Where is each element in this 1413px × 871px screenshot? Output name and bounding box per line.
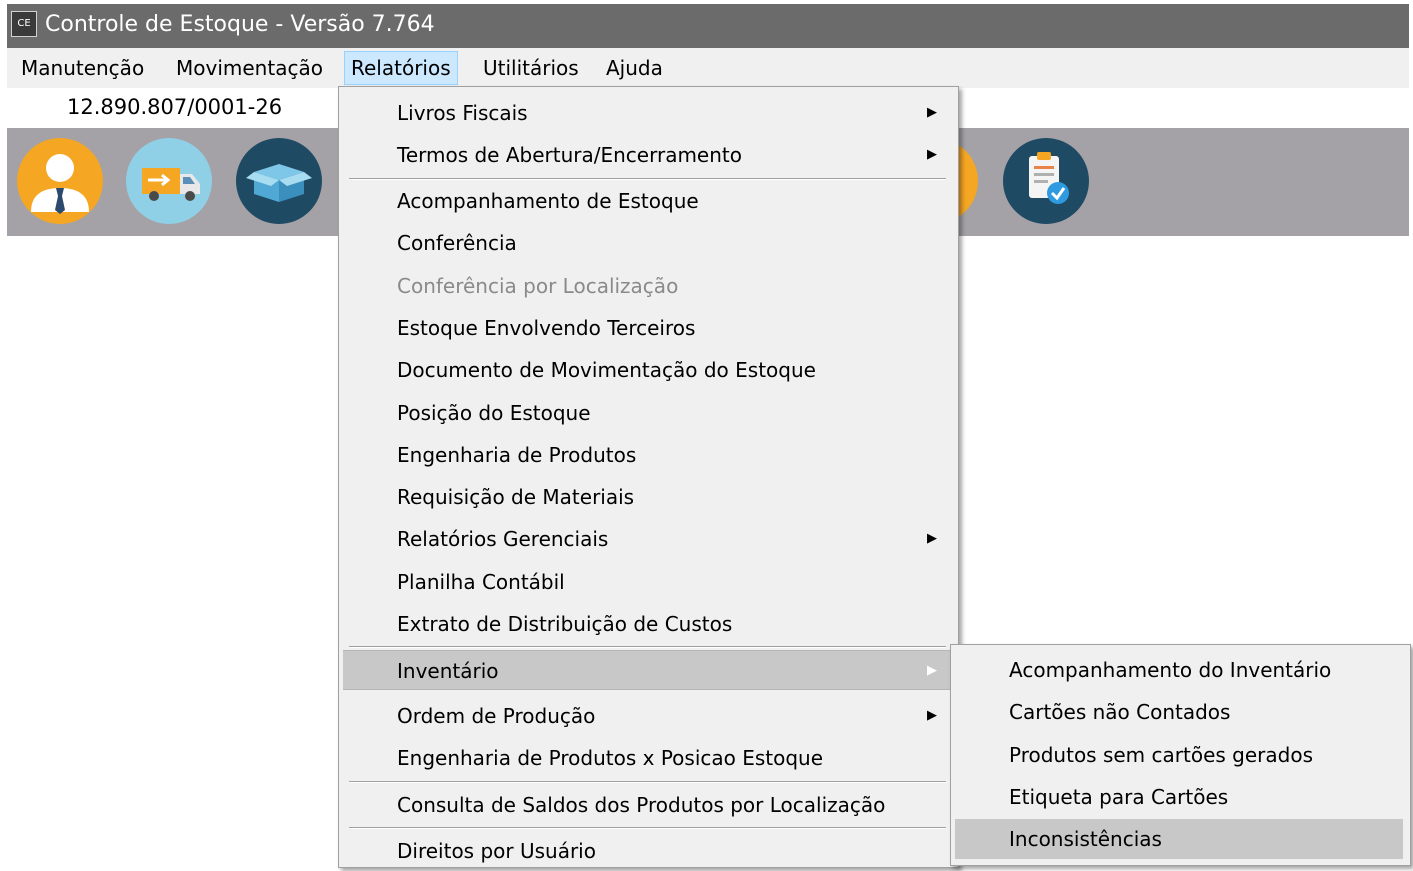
menu-item-extrato-custos[interactable]: Extrato de Distribuição de Custos — [343, 604, 951, 644]
menu-item-label: Termos de Abertura/Encerramento — [397, 143, 742, 167]
menu-manutencao[interactable]: Manutenção — [15, 51, 150, 85]
menu-item-livros-fiscais[interactable]: Livros Fiscais ▶ — [343, 93, 951, 133]
submenu-item-acompanhamento-inventario[interactable]: Acompanhamento do Inventário — [955, 650, 1403, 690]
menu-separator — [349, 827, 946, 829]
box-icon[interactable] — [236, 138, 322, 224]
menu-movimentacao[interactable]: Movimentação — [170, 51, 329, 85]
menu-item-engenharia-posicao[interactable]: Engenharia de Produtos x Posicao Estoque — [343, 738, 951, 778]
menu-item-termos[interactable]: Termos de Abertura/Encerramento ▶ — [343, 135, 951, 175]
menu-item-documento-movimentacao[interactable]: Documento de Movimentação do Estoque — [343, 350, 951, 390]
submenu-arrow-icon: ▶ — [927, 663, 937, 678]
user-icon[interactable] — [17, 138, 103, 224]
menu-item-conferencia-localizacao: Conferência por Localização — [397, 274, 679, 298]
menu-separator — [349, 781, 946, 783]
window-title: Controle de Estoque - Versão 7.764 — [45, 12, 435, 37]
menu-item-label: Livros Fiscais — [397, 101, 528, 125]
menu-item-label: Inventário — [397, 659, 499, 683]
menu-item-inventario[interactable]: Inventário ▶ — [343, 650, 951, 690]
title-bar[interactable]: CE Controle de Estoque - Versão 7.764 — [7, 4, 1409, 48]
inventario-submenu: Acompanhamento do Inventário Cartões não… — [950, 644, 1411, 866]
submenu-arrow-icon: ▶ — [927, 531, 937, 546]
submenu-arrow-icon: ▶ — [927, 105, 937, 120]
menu-item-planilha-contabil[interactable]: Planilha Contábil — [343, 562, 951, 602]
menu-item-conferencia[interactable]: Conferência — [343, 223, 951, 263]
menu-item-relatorios-gerenciais[interactable]: Relatórios Gerenciais ▶ — [343, 519, 951, 559]
delivery-truck-icon[interactable] — [126, 138, 212, 224]
submenu-item-cartoes-nao-contados[interactable]: Cartões não Contados — [955, 692, 1403, 732]
menu-separator — [349, 646, 946, 648]
submenu-item-produtos-sem-cartoes[interactable]: Produtos sem cartões gerados — [955, 735, 1403, 775]
menu-item-requisicao-materiais[interactable]: Requisição de Materiais — [343, 477, 951, 517]
submenu-item-inconsistencias[interactable]: Inconsistências — [955, 819, 1403, 859]
menu-separator — [349, 178, 946, 180]
menu-item-direitos-usuario[interactable]: Direitos por Usuário — [343, 831, 951, 871]
menu-item-ordem-producao[interactable]: Ordem de Produção ▶ — [343, 696, 951, 736]
menu-bar: Manutenção Movimentação Relatórios Utili… — [7, 48, 1409, 88]
menu-item-consulta-saldos[interactable]: Consulta de Saldos dos Produtos por Loca… — [343, 785, 951, 825]
submenu-item-etiqueta-cartoes[interactable]: Etiqueta para Cartões — [955, 777, 1403, 817]
menu-item-posicao-estoque[interactable]: Posição do Estoque — [343, 393, 951, 433]
menu-item-engenharia-produtos[interactable]: Engenharia de Produtos — [343, 435, 951, 475]
menu-item-label: Relatórios Gerenciais — [397, 527, 609, 551]
menu-item-label: Ordem de Produção — [397, 704, 596, 728]
clipboard-check-icon[interactable] — [1003, 138, 1089, 224]
menu-item-acompanhamento-estoque[interactable]: Acompanhamento de Estoque — [343, 181, 951, 221]
menu-utilitarios[interactable]: Utilitários — [477, 51, 585, 85]
submenu-arrow-icon: ▶ — [927, 147, 937, 162]
company-cnpj: 12.890.807/0001-26 — [67, 95, 283, 119]
app-icon[interactable]: CE — [11, 11, 37, 37]
menu-relatorios[interactable]: Relatórios — [344, 51, 458, 85]
relatorios-dropdown: Livros Fiscais ▶ Termos de Abertura/Encer… — [338, 86, 959, 868]
menu-ajuda[interactable]: Ajuda — [600, 51, 669, 85]
menu-item-estoque-terceiros[interactable]: Estoque Envolvendo Terceiros — [343, 308, 951, 348]
submenu-arrow-icon: ▶ — [927, 708, 937, 723]
